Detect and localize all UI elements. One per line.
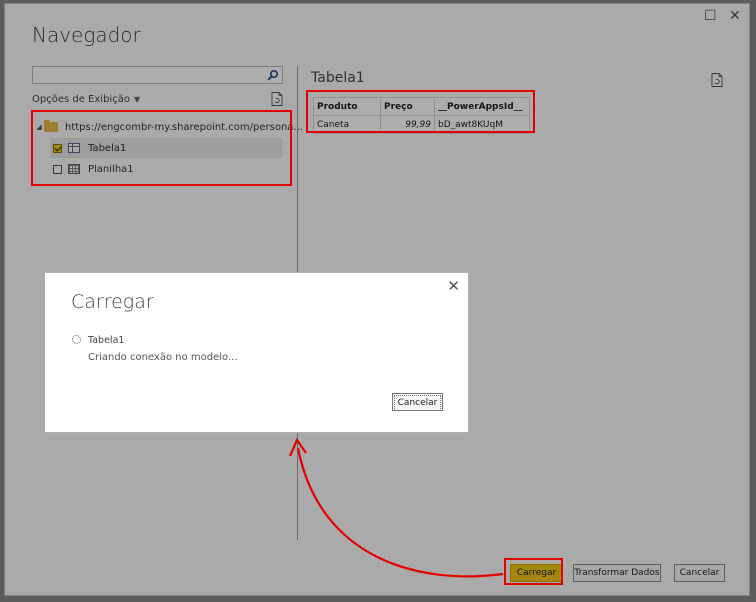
annotation-arrow [288,437,504,578]
